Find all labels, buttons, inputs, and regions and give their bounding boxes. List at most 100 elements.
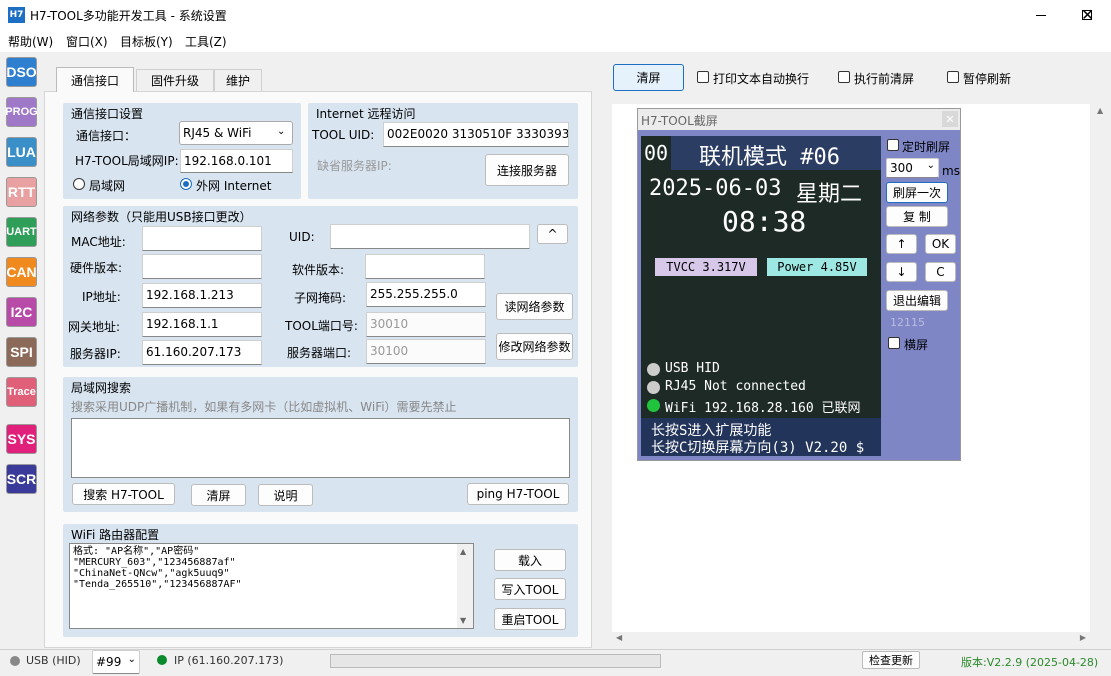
- port-input[interactable]: 30010: [366, 312, 486, 337]
- up-button[interactable]: ↑: [886, 234, 917, 254]
- hw-version-input[interactable]: [142, 254, 262, 279]
- menu-tools[interactable]: 工具(Z): [185, 33, 227, 50]
- gateway-input[interactable]: 192.168.1.1: [142, 312, 262, 337]
- ip-input[interactable]: 192.168.1.213: [142, 283, 262, 308]
- sidebar-i2c-button[interactable]: I2C: [6, 297, 37, 327]
- output-hscroll[interactable]: ◀ ▶: [612, 632, 1090, 646]
- sidebar-uart-button[interactable]: UART: [6, 217, 37, 247]
- lcd-rj45: RJ45 Not connected: [665, 379, 806, 394]
- window-title: H7-TOOL多功能开发工具 - 系统设置: [30, 9, 227, 23]
- output-vscroll[interactable]: ▲: [1092, 104, 1109, 632]
- landscape-checkbox[interactable]: [888, 337, 900, 349]
- wifi-group-title: WiFi 路由器配置: [71, 528, 160, 542]
- usb-led-icon: [647, 363, 660, 376]
- ip-label: IP地址:: [82, 290, 121, 304]
- pause-refresh-checkbox[interactable]: [947, 71, 959, 83]
- sidebar-dso-button[interactable]: DSO: [6, 57, 37, 87]
- port-value: #99: [96, 655, 122, 669]
- timed-refresh-checkbox[interactable]: [887, 139, 899, 151]
- wifi-config-line: "Tenda_265510","123456887AF": [73, 579, 242, 590]
- connect-server-button[interactable]: 连接服务器: [485, 154, 569, 186]
- write-tool-button[interactable]: 写入TOOL: [494, 578, 566, 600]
- tab-maintenance[interactable]: 维护: [214, 69, 262, 91]
- tab-comm[interactable]: 通信接口: [56, 67, 134, 92]
- load-button[interactable]: 载入: [494, 549, 566, 571]
- interval-select[interactable]: 300 ⌄: [886, 158, 939, 178]
- uid-input[interactable]: 002E0020 3130510F 33303938: [383, 122, 569, 147]
- lcd-tip2: 长按C切换屏幕方向(3) V2.20 $: [651, 440, 865, 456]
- port-label: TOOL端口号:: [285, 319, 358, 333]
- search-hint: 搜索采用UDP广播机制，如果有多网卡（比如虚拟机、WiFi）需要先禁止: [71, 400, 457, 414]
- down-button[interactable]: ↓: [886, 262, 917, 282]
- lcd-date: 2025-06-03: [649, 176, 782, 201]
- clear-screen-button[interactable]: 清屏: [613, 64, 684, 91]
- sidebar-spi-button[interactable]: SPI: [6, 337, 37, 367]
- sidebar-rtt-button[interactable]: RTT: [6, 177, 37, 207]
- lcd-num: 00: [644, 141, 669, 165]
- modify-net-button[interactable]: 修改网络参数: [496, 333, 573, 360]
- interval-value: 300: [890, 161, 913, 175]
- exit-edit-button[interactable]: 退出编辑: [886, 290, 948, 311]
- net-uid-input[interactable]: [330, 224, 530, 249]
- sidebar-prog-button[interactable]: PROG: [5, 97, 38, 127]
- sw-version-input[interactable]: [365, 254, 485, 279]
- menu-help[interactable]: 帮助(W): [8, 33, 53, 50]
- mac-input[interactable]: [142, 226, 262, 251]
- clear-before-run-checkbox[interactable]: [838, 71, 850, 83]
- lan-ip-label: H7-TOOL局域网IP:: [75, 154, 179, 168]
- scrollbar[interactable]: ▲ ▼: [457, 544, 473, 628]
- scroll-down-icon: ▼: [460, 616, 467, 625]
- radio-wan-label: 外网 Internet: [196, 179, 272, 193]
- mask-input[interactable]: 255.255.255.0: [366, 282, 486, 307]
- restart-tool-button[interactable]: 重启TOOL: [494, 608, 566, 630]
- server-ip-input[interactable]: 61.160.207.173: [142, 340, 262, 365]
- chevron-down-icon: ⌄: [127, 654, 136, 665]
- remote-group-title: Internet 远程访问: [316, 107, 416, 121]
- c-button[interactable]: C: [925, 262, 956, 282]
- radio-lan[interactable]: [73, 178, 85, 190]
- search-clear-button[interactable]: 清屏: [191, 484, 246, 506]
- check-update-button[interactable]: 检查更新: [862, 651, 920, 669]
- auto-wrap-checkbox[interactable]: [697, 71, 709, 83]
- collapse-button[interactable]: ^: [537, 224, 568, 244]
- copy-button[interactable]: 复 制: [886, 206, 948, 227]
- sw-version-label: 软件版本:: [292, 263, 345, 277]
- port-select[interactable]: #99 ⌄: [92, 650, 140, 674]
- read-net-button[interactable]: 读网络参数: [496, 293, 573, 320]
- search-results[interactable]: [71, 418, 570, 478]
- wifi-config-text[interactable]: 格式: "AP名称","AP密码" "MERCURY_603","12345688…: [69, 543, 474, 629]
- radio-wan[interactable]: [180, 178, 192, 190]
- lan-ip-input[interactable]: 192.168.0.101: [180, 149, 293, 173]
- sidebar-can-button[interactable]: CAN: [6, 257, 37, 287]
- comm-group-title: 通信接口设置: [71, 107, 144, 121]
- screen-close-icon[interactable]: ✕: [942, 111, 958, 127]
- sidebar-sys-button[interactable]: SYS: [6, 424, 37, 454]
- close-button[interactable]: ✕: [1064, 0, 1111, 30]
- lcd-time: 08:38: [722, 205, 807, 238]
- landscape-label: 横屏: [904, 338, 929, 352]
- clear-before-run-label: 执行前清屏: [854, 72, 915, 86]
- sidebar-trace-button[interactable]: Trace: [6, 377, 37, 407]
- uid-label: TOOL UID:: [312, 128, 375, 142]
- server-port-input[interactable]: 30100: [366, 339, 486, 364]
- sidebar-scr-button[interactable]: SCR: [6, 464, 37, 494]
- help-button[interactable]: 说明: [258, 484, 313, 506]
- menu-window[interactable]: 窗口(X): [66, 33, 108, 50]
- refresh-once-button[interactable]: 刷屏一次: [886, 182, 948, 203]
- screen-window-title: H7-TOOL截屏: [641, 114, 718, 128]
- net-group-title: 网络参数（只能用USB接口更改）: [71, 210, 252, 224]
- wifi-config-line: "ChinaNet-QNcw","agk5uuq9": [73, 568, 230, 579]
- close-icon: ✕: [1081, 6, 1094, 24]
- search-button[interactable]: 搜索 H7-TOOL: [72, 483, 175, 505]
- menu-target[interactable]: 目标板(Y): [120, 33, 173, 50]
- auto-wrap-label: 打印文本自动换行: [713, 72, 810, 86]
- ping-button[interactable]: ping H7-TOOL: [467, 483, 569, 505]
- sidebar-lua-button[interactable]: LUA: [6, 137, 37, 167]
- interval-unit: ms: [942, 164, 960, 178]
- ok-button[interactable]: OK: [925, 234, 956, 254]
- chevron-down-icon: ⌄: [926, 160, 935, 171]
- iface-select[interactable]: RJ45 & WiFi: [179, 121, 293, 145]
- app-icon: H7: [8, 7, 25, 23]
- iface-value: RJ45 & WiFi: [183, 126, 252, 140]
- tab-firmware[interactable]: 固件升级: [136, 69, 214, 91]
